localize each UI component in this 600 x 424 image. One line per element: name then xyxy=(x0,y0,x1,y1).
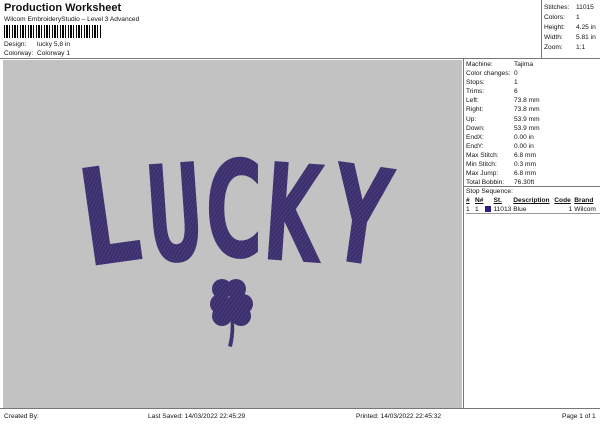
shamrock-icon xyxy=(210,279,253,347)
stop-sequence-table: # N# St. Description Code Brand 1 1 1101… xyxy=(466,196,598,214)
footer-divider xyxy=(0,408,600,409)
colorway-value: Colorway 1 xyxy=(37,50,70,57)
design-label: Design: xyxy=(4,41,27,48)
info-endy: EndY: 0.00 in xyxy=(466,142,534,150)
lucky-letter-y-4: Y xyxy=(319,135,401,299)
machine-info: Machine: Tajima Color changes: 0 Stops: 1 T… xyxy=(466,60,540,187)
info-color-changes: Color changes: 0 xyxy=(466,70,518,78)
design-stats: Stitches: 11015 Colors: 1 Height: 4.25 in W… xyxy=(544,3,596,53)
last-saved: Last Saved: 14/03/2022 22:45:29 xyxy=(148,413,246,420)
lucky-lettering: LUCKY xyxy=(70,132,401,298)
page-number: Page 1 of 1 xyxy=(562,413,596,420)
col-num: # xyxy=(466,197,470,204)
worksheet-header: Production Worksheet Wilcom EmbroiderySt… xyxy=(0,0,600,58)
col-description: Description xyxy=(513,197,550,204)
col-n: N# xyxy=(475,197,484,204)
design-row: Design: lucky 5,8 in xyxy=(4,41,70,48)
worksheet-footer: Created By: Last Saved: 14/03/2022 22:45… xyxy=(0,410,600,424)
info-max-stitch: Max Stitch: 6.8 mm xyxy=(466,151,536,159)
col-st: St. xyxy=(493,197,502,204)
col-swatch xyxy=(485,196,493,205)
design-preview: LUCKY xyxy=(3,60,462,408)
panel-divider xyxy=(463,58,464,408)
barcode xyxy=(4,25,102,38)
info-up: Up: 53.9 mm xyxy=(466,115,540,123)
stat-stitches: Stitches: 11015 xyxy=(544,4,594,11)
created-by: Created By: xyxy=(4,413,39,420)
info-down: Down: 53.9 mm xyxy=(466,124,540,132)
colorway-label: Colorway: xyxy=(4,50,34,57)
design-value: lucky 5,8 in xyxy=(37,41,70,48)
col-code: Code xyxy=(554,197,571,204)
info-trims: Trims: 6 xyxy=(466,88,518,96)
info-right: Right: 73.8 mm xyxy=(466,106,540,114)
lucky-letter-u-1: U xyxy=(140,134,209,295)
lucky-letter-k-3: K xyxy=(259,134,330,295)
page-title: Production Worksheet xyxy=(4,2,122,14)
col-brand: Brand xyxy=(574,197,594,204)
info-left: Left: 73.8 mm xyxy=(466,97,540,105)
stop-sequence-divider xyxy=(463,186,600,187)
info-max-jump: Max Jump: 6.8 mm xyxy=(466,170,536,178)
color-swatch xyxy=(485,206,492,212)
info-stops: Stops: 1 xyxy=(466,79,518,87)
stop-sequence-title: Stop Sequence: xyxy=(466,188,513,195)
info-endx: EndX: 0.00 in xyxy=(466,133,534,141)
stats-divider xyxy=(541,0,542,58)
info-min-stitch: Min Stitch: 0.3 mm xyxy=(466,161,536,169)
software-name: Wilcom EmbroideryStudio – Level 3 Advanc… xyxy=(4,16,140,23)
colorway-row: Colorway: Colorway 1 xyxy=(4,50,70,57)
table-rule xyxy=(466,213,600,214)
stat-colors: Colors: 1 xyxy=(544,14,580,21)
design-artwork: LUCKY xyxy=(70,132,401,347)
stat-height: Height: 4.25 in xyxy=(544,24,596,31)
stat-zoom: Zoom: 1:1 xyxy=(544,44,586,51)
stat-width: Width: 5.81 in xyxy=(544,34,596,41)
lucky-letter-l-0: L xyxy=(70,135,149,299)
lucky-letter-c-2: C xyxy=(205,132,263,289)
info-machine: Machine: Tajima xyxy=(466,61,534,68)
printed-date: Printed: 14/03/2022 22:45:32 xyxy=(356,413,442,420)
header-divider xyxy=(0,58,600,59)
stop-sequence-header: # N# St. Description Code Brand xyxy=(466,196,598,205)
